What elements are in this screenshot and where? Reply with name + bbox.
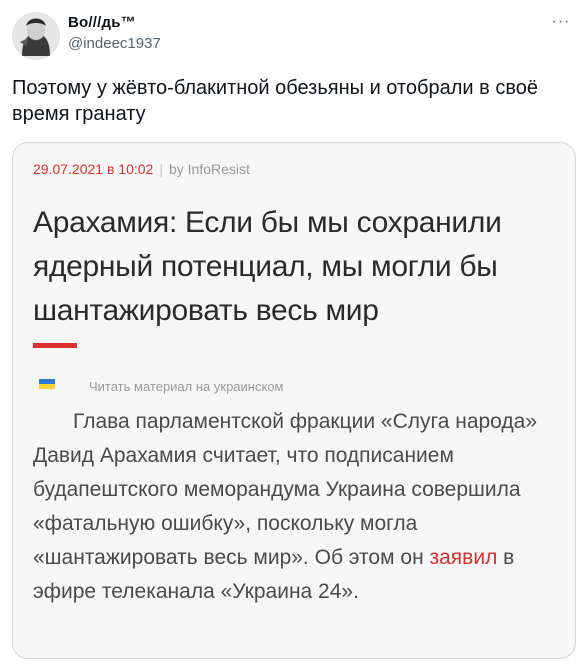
tweet-text: Поэтому у жёвто-блакитной обезьяны и ото… — [12, 77, 538, 125]
author-name[interactable]: Во///дь™ — [68, 14, 136, 31]
avatar[interactable] — [12, 12, 60, 60]
ukraine-flag-icon — [39, 379, 55, 389]
avatar-portrait-icon — [12, 12, 60, 60]
article-meta: 29.07.2021 в 10:02 | by InfoResist — [33, 161, 250, 177]
tweet-image[interactable]: 29.07.2021 в 10:02 | by InfoResist Арахами… — [12, 142, 576, 659]
more-options-button[interactable]: ··· — [550, 13, 572, 30]
article-title: Арахамия: Если бы мы сохранили ядерный п… — [33, 206, 502, 327]
tweet: Во///дь™ @indeec1937 ··· Поэтому у жёвто… — [0, 0, 586, 668]
author-handle[interactable]: @indeec1937 — [68, 35, 161, 52]
title-divider — [33, 343, 77, 348]
article-body: Глава парламентской фракции «Слуга народ… — [33, 405, 563, 609]
meta-separator: | — [159, 161, 163, 177]
said-link: заявил — [429, 546, 498, 569]
article-date: 29.07.2021 в 10:02 — [33, 161, 154, 177]
more-horizontal-icon: ··· — [551, 13, 571, 30]
read-in-ukrainian-link: Читать материал на украинском — [89, 379, 284, 394]
article-source: by InfoResist — [168, 161, 250, 177]
